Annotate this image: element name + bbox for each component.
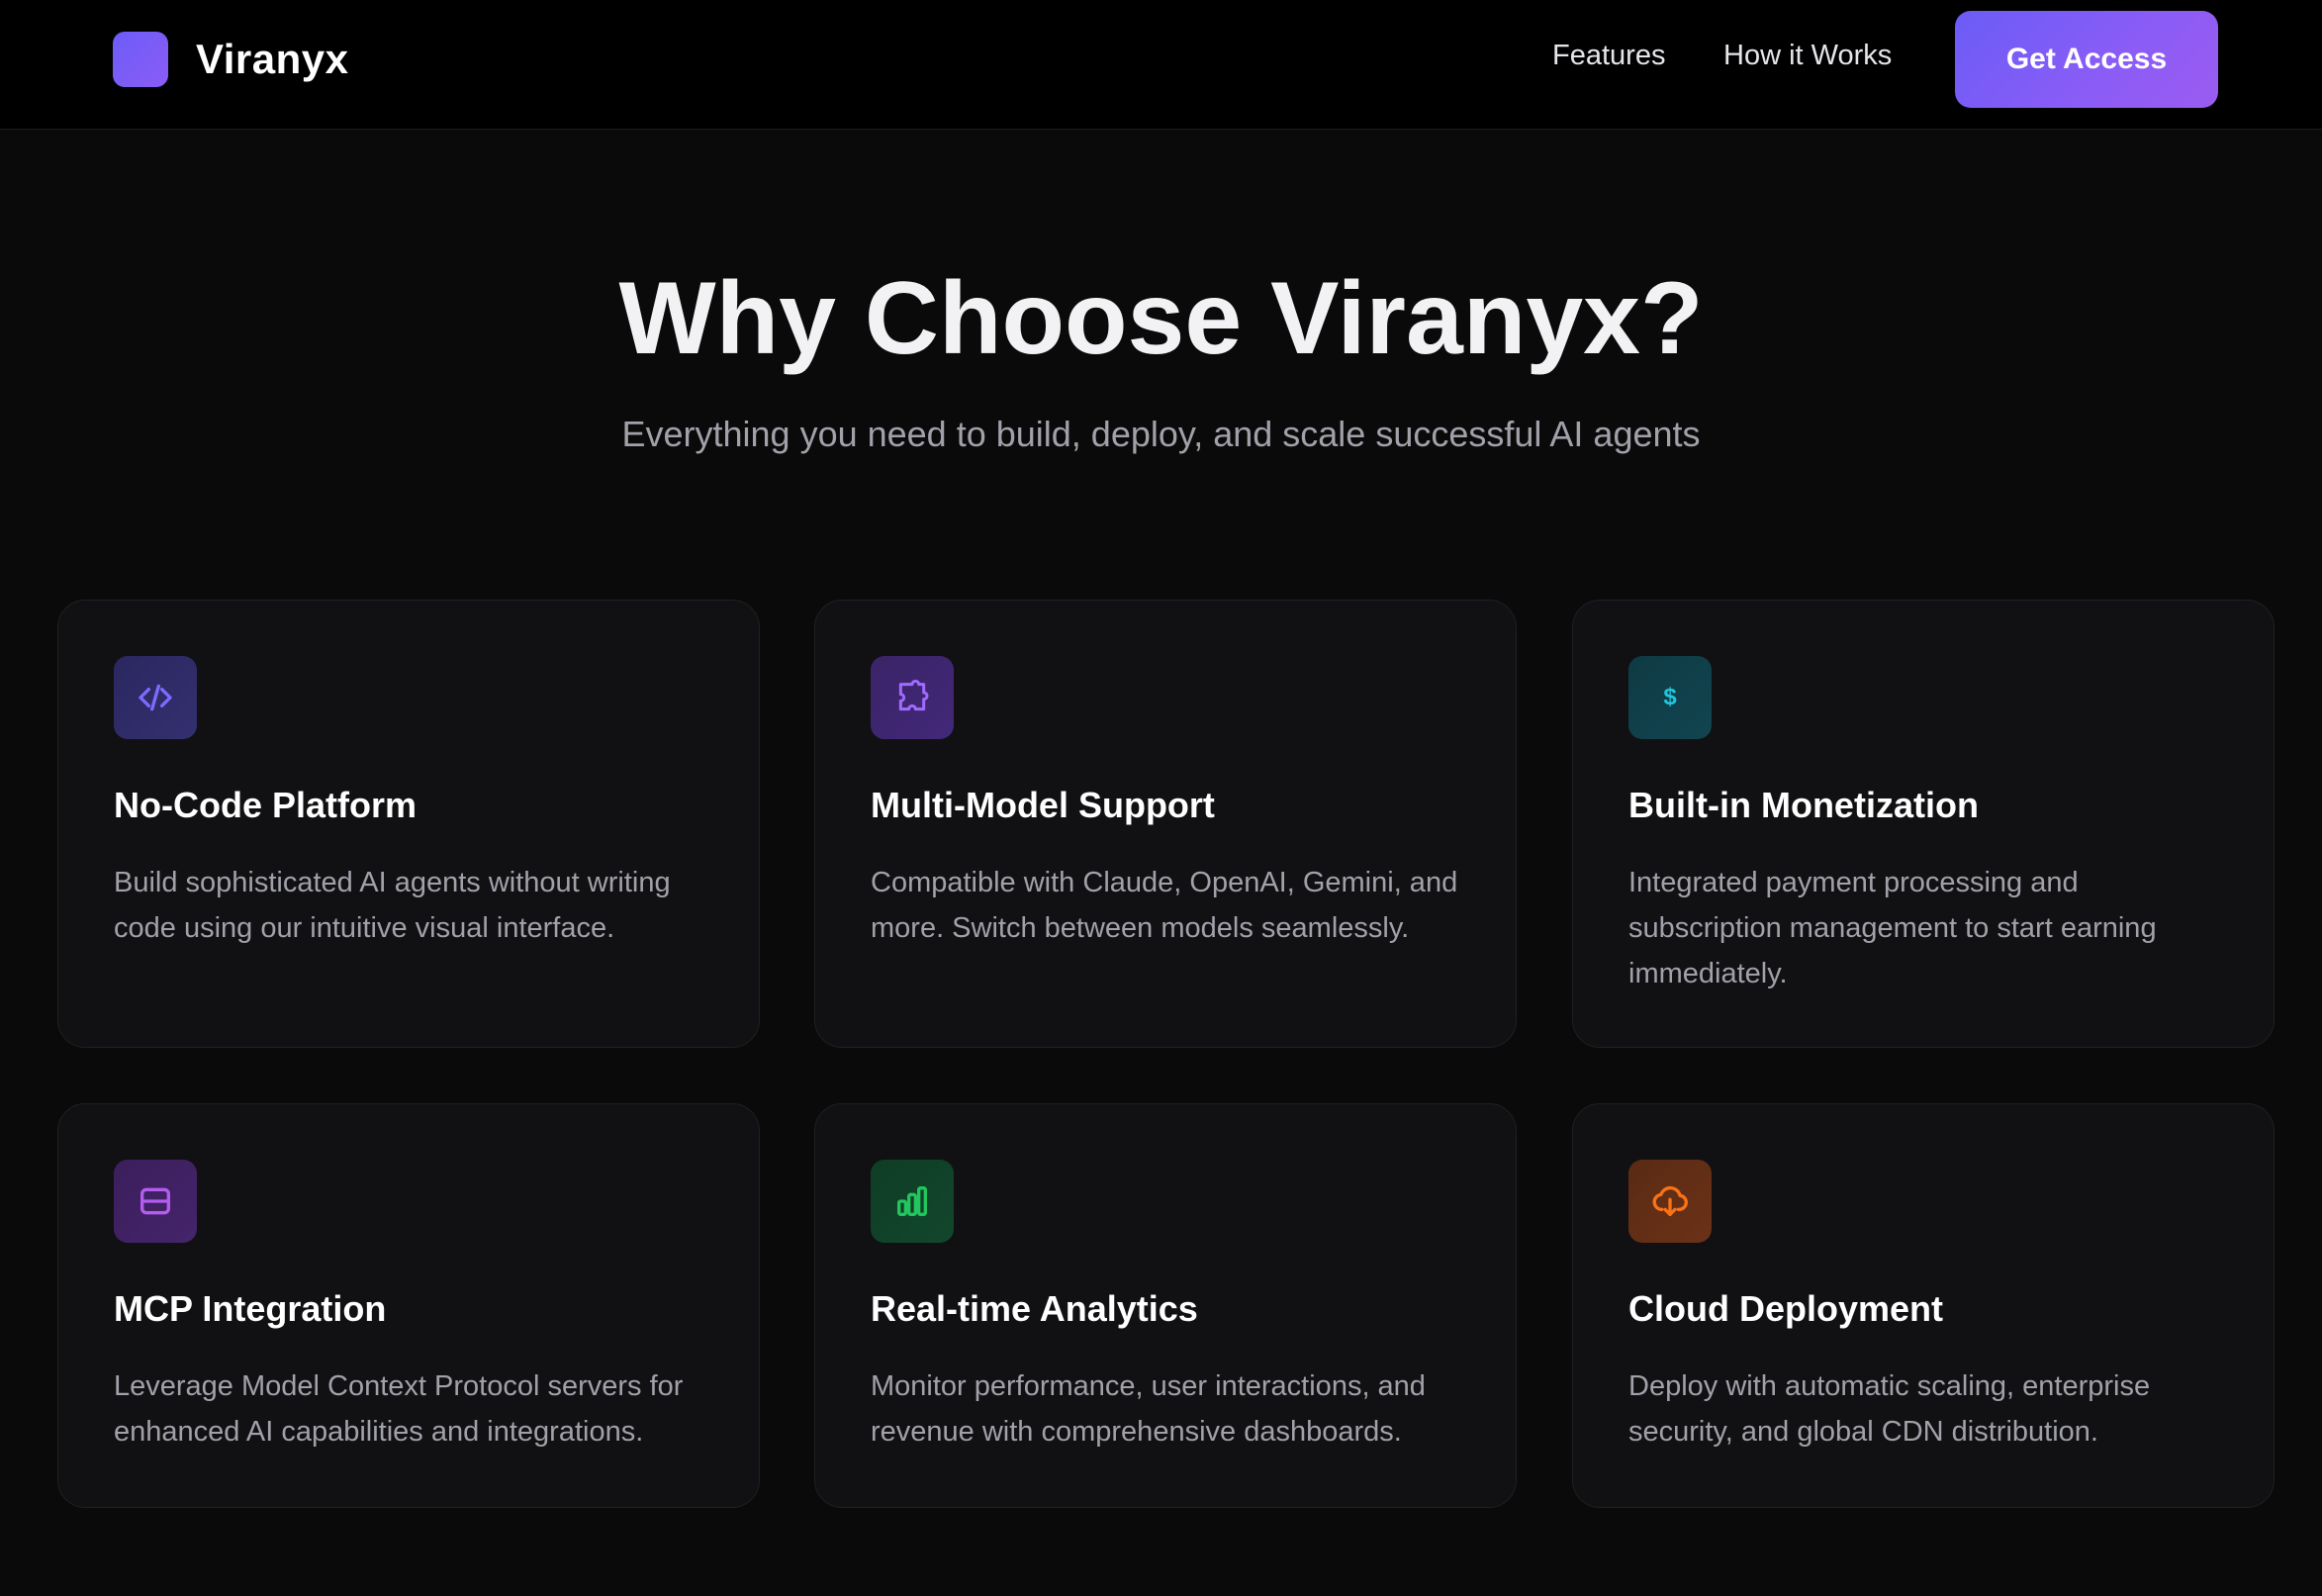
feature-description: Leverage Model Context Protocol servers … [114,1370,684,1448]
section-title: Why Choose Viranyx? [618,261,1704,376]
feature-card-multi-model: Multi-Model Support Compatible with Clau… [814,600,1517,1048]
feature-card-analytics: Real-time Analytics Monitor performance,… [814,1103,1517,1508]
top-navigation-bar: Viranyx Features How it Works Get Access [0,0,2322,130]
brand-logo-link[interactable]: Viranyx [113,32,349,87]
nav-link-features[interactable]: Features [1552,40,1665,72]
bar-chart-icon [871,1160,954,1243]
feature-card-no-code: No-Code Platform Build sophisticated AI … [57,600,760,1048]
brand-name: Viranyx [196,36,349,82]
logo-mark-icon [113,32,168,87]
feature-description: Build sophisticated AI agents without wr… [114,867,671,944]
cloud-download-icon [1628,1160,1712,1243]
feature-title: No-Code Platform [114,785,417,825]
feature-title: Built-in Monetization [1628,785,1979,825]
feature-card-cloud: Cloud Deployment Deploy with automatic s… [1572,1103,2275,1508]
server-icon [114,1160,197,1243]
feature-title: Real-time Analytics [871,1288,1198,1329]
feature-title: Cloud Deployment [1628,1288,1944,1329]
puzzle-icon [871,656,954,739]
feature-title: MCP Integration [114,1288,387,1329]
feature-card-mcp: MCP Integration Leverage Model Context P… [57,1103,760,1508]
section-subtitle: Everything you need to build, deploy, an… [621,414,1701,454]
feature-title: Multi-Model Support [871,785,1215,825]
get-access-button[interactable]: Get Access [1955,11,2218,108]
nav-link-how-it-works[interactable]: How it Works [1723,40,1892,72]
feature-description: Integrated payment processing and subscr… [1628,867,2157,989]
feature-description: Deploy with automatic scaling, enterpris… [1628,1370,2151,1448]
dollar-icon: $ [1628,656,1712,739]
code-icon [114,656,197,739]
feature-description: Monitor performance, user interactions, … [871,1370,1426,1448]
feature-card-monetization: $ Built-in Monetization Integrated payme… [1572,600,2275,1048]
feature-description: Compatible with Claude, OpenAI, Gemini, … [871,867,1458,944]
